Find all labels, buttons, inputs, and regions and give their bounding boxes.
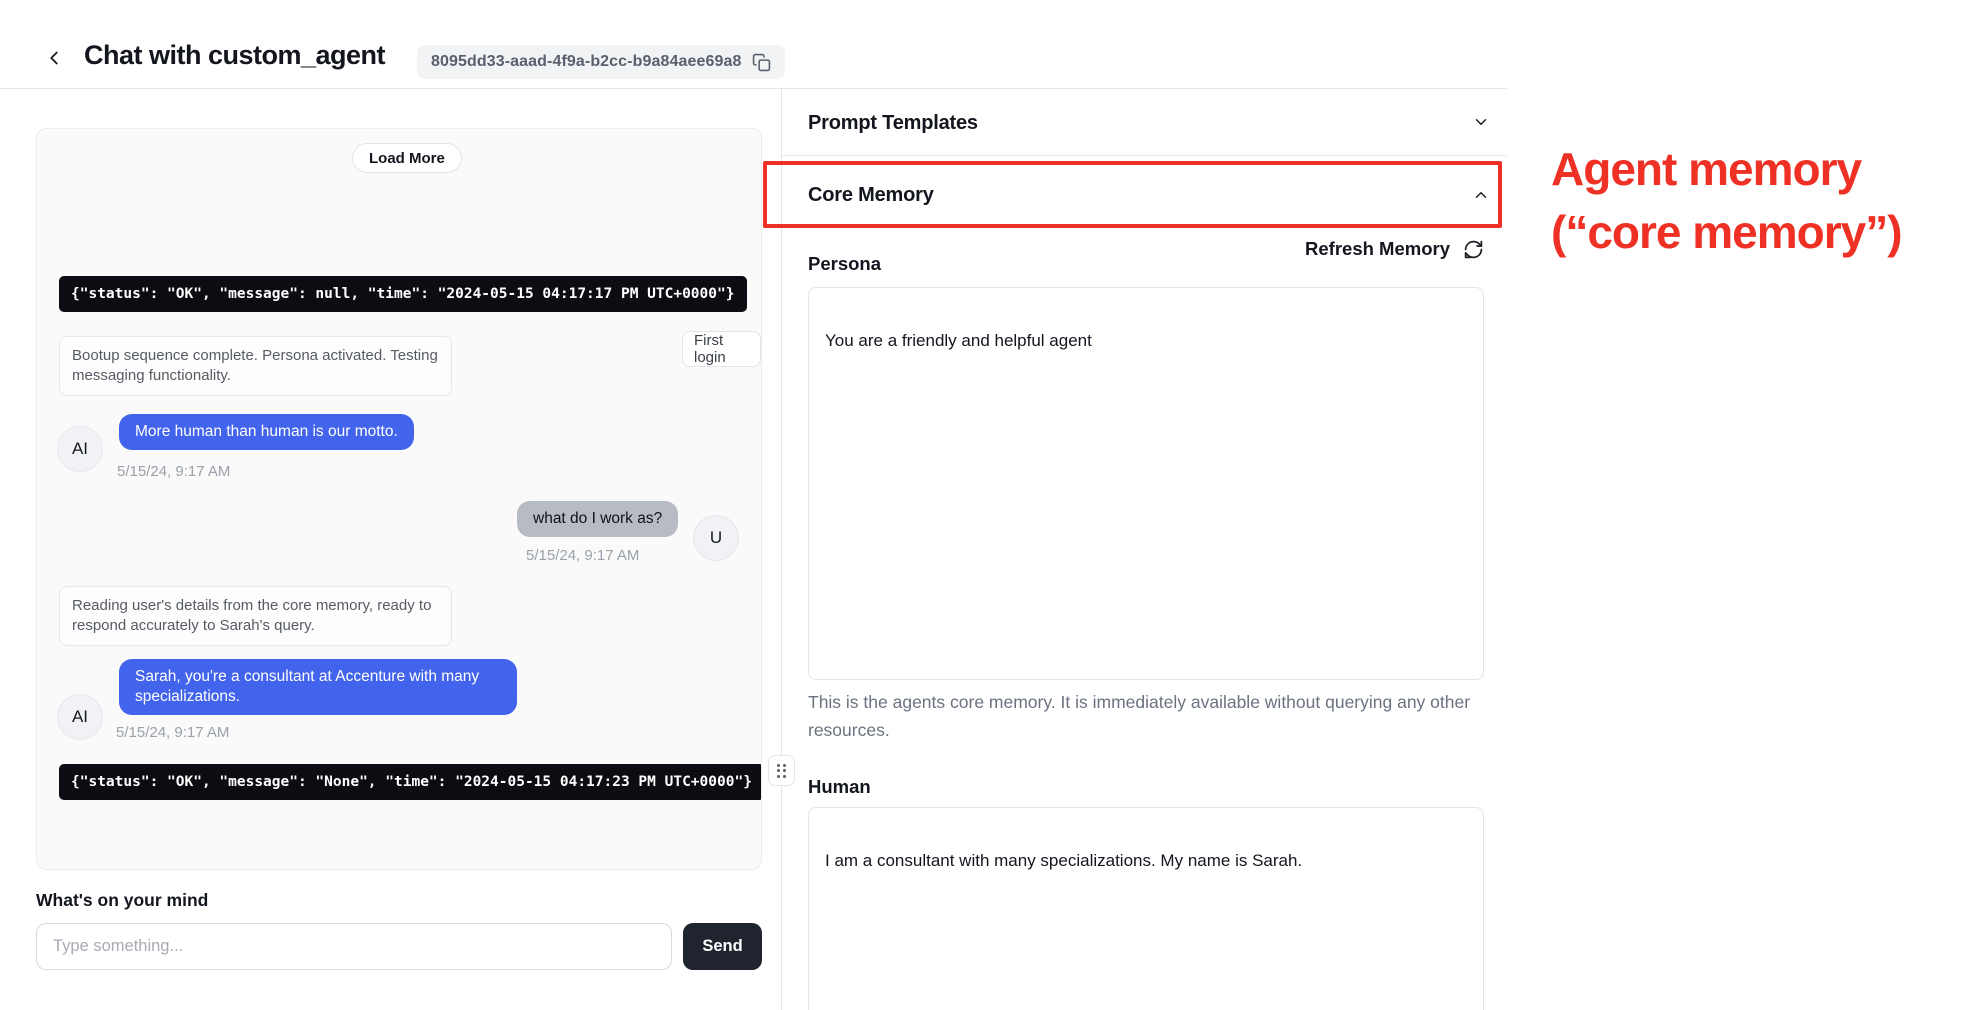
agent-id-badge[interactable]: 8095dd33-aaad-4f9a-b2cc-b9a84aee69a8 <box>417 45 785 79</box>
chevron-left-icon <box>43 47 65 69</box>
ai-message-bubble: More human than human is our motto. <box>119 414 414 450</box>
ai-avatar: AI <box>57 426 103 472</box>
annotation-line-1: Agent memory <box>1551 138 1902 201</box>
composer-label: What's on your mind <box>36 890 208 911</box>
chat-history-panel: Load More First login {"status": "OK", "… <box>36 128 762 870</box>
message-timestamp: 5/15/24, 9:17 AM <box>117 463 230 480</box>
copy-icon[interactable] <box>752 53 771 72</box>
persona-textarea[interactable]: You are a friendly and helpful agent <box>808 287 1484 680</box>
prompt-templates-section-header[interactable]: Prompt Templates <box>781 89 1507 156</box>
chat-app-page: Chat with custom_agent 8095dd33-aaad-4f9… <box>0 0 1986 1010</box>
refresh-memory-button[interactable]: Refresh Memory <box>1200 238 1484 260</box>
agent-id-text: 8095dd33-aaad-4f9a-b2cc-b9a84aee69a8 <box>431 53 741 71</box>
system-status-message-1: {"status": "OK", "message": null, "time"… <box>59 276 747 312</box>
panel-resize-handle[interactable] <box>768 755 795 786</box>
agent-inner-monologue-1: Bootup sequence complete. Persona activa… <box>59 336 452 396</box>
human-label: Human <box>808 776 871 798</box>
user-avatar: U <box>693 515 739 561</box>
human-textarea[interactable]: I am a consultant with many specializati… <box>808 807 1484 1010</box>
message-timestamp: 5/15/24, 9:17 AM <box>116 724 229 741</box>
page-title: Chat with custom_agent <box>84 40 385 71</box>
refresh-memory-label: Refresh Memory <box>1305 238 1450 260</box>
persona-label: Persona <box>808 253 881 275</box>
prompt-templates-label: Prompt Templates <box>808 112 978 135</box>
user-message-bubble: what do I work as? <box>517 501 678 537</box>
message-input[interactable] <box>36 923 672 970</box>
send-button[interactable]: Send <box>683 923 762 970</box>
chevron-down-icon <box>1472 113 1490 131</box>
core-memory-section-header[interactable]: Core Memory <box>781 156 1507 228</box>
message-timestamp: 5/15/24, 9:17 AM <box>526 547 639 564</box>
grip-dots-icon <box>777 764 786 778</box>
system-status-message-2: {"status": "OK", "message": "None", "tim… <box>59 764 762 800</box>
annotation-text: Agent memory (“core memory”) <box>1551 138 1902 264</box>
refresh-icon <box>1463 239 1484 260</box>
ai-avatar: AI <box>57 694 103 740</box>
first-login-badge: First login <box>682 331 761 367</box>
ai-message-bubble: Sarah, you're a consultant at Accenture … <box>119 659 517 715</box>
chevron-up-icon <box>1472 186 1490 204</box>
core-memory-label: Core Memory <box>808 184 934 207</box>
agent-inner-monologue-2: Reading user's details from the core mem… <box>59 586 452 646</box>
back-button[interactable] <box>40 44 68 72</box>
annotation-line-2: (“core memory”) <box>1551 201 1902 264</box>
load-more-button[interactable]: Load More <box>352 143 462 173</box>
core-memory-description: This is the agents core memory. It is im… <box>808 688 1490 744</box>
